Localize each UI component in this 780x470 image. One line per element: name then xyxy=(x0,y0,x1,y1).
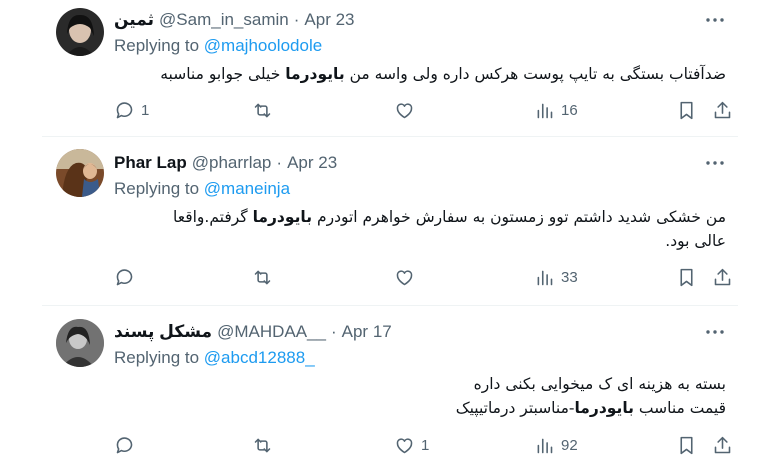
heart-icon xyxy=(396,102,413,118)
action-bar: 33 xyxy=(104,265,738,289)
view-count: 16 xyxy=(561,101,578,119)
more-options-icon[interactable] xyxy=(704,9,726,31)
retweet-icon xyxy=(254,270,271,284)
view-count: 33 xyxy=(561,268,578,286)
action-bar: 1 16 xyxy=(104,98,738,122)
reply-icon xyxy=(116,101,133,118)
reply-icon xyxy=(116,268,133,285)
share-button[interactable] xyxy=(712,98,733,122)
retweet-button[interactable] xyxy=(252,433,279,457)
display-name[interactable]: Phar Lap xyxy=(114,153,187,173)
more-options-icon[interactable] xyxy=(704,321,726,343)
like-button[interactable] xyxy=(394,265,421,289)
reply-button[interactable]: 1 xyxy=(114,98,149,122)
avatar[interactable] xyxy=(56,8,104,56)
tweet-text: من خشکی شدید داشتم توو زمستون به سفارش خ… xyxy=(173,208,726,250)
share-button[interactable] xyxy=(712,433,733,457)
tweet[interactable]: ثمین @Sam_in_samin · Apr 23 Replying to … xyxy=(42,0,738,136)
separator-dot: · xyxy=(276,153,283,172)
views-button[interactable]: 16 xyxy=(534,98,578,122)
bookmark-button[interactable] xyxy=(676,433,697,457)
tweet-date[interactable]: Apr 17 xyxy=(342,322,392,342)
user-handle[interactable]: @Sam_in_samin xyxy=(159,10,289,30)
display-name[interactable]: مشکل پسند xyxy=(114,322,212,342)
tweet-date[interactable]: Apr 23 xyxy=(287,153,337,173)
tweet-text: ضدآفتاب بستگی به تایپ پوست هرکس داره ولی… xyxy=(160,65,726,83)
user-handle[interactable]: @MAHDAA__ xyxy=(217,322,326,342)
divider xyxy=(42,136,738,137)
user-handle[interactable]: @pharrlap xyxy=(192,153,272,173)
tweet[interactable]: Phar Lap @pharrlap · Apr 23 Replying to … xyxy=(42,137,738,305)
mention-link[interactable]: @majhoolodole xyxy=(204,36,322,55)
bookmark-icon xyxy=(680,101,693,119)
reply-count: 1 xyxy=(141,101,150,119)
tweet[interactable]: مشکل پسند @MAHDAA__ · Apr 17 Replying to… xyxy=(42,306,738,470)
retweet-button[interactable] xyxy=(252,265,279,289)
views-icon xyxy=(537,438,553,453)
reply-icon xyxy=(116,436,133,453)
reply-button[interactable] xyxy=(114,265,141,289)
avatar[interactable] xyxy=(56,319,104,367)
reply-button[interactable] xyxy=(114,433,141,457)
share-icon xyxy=(714,436,731,453)
avatar[interactable] xyxy=(56,149,104,197)
like-count: 1 xyxy=(421,436,430,454)
mention-link[interactable]: @abcd12888_ xyxy=(204,348,315,367)
views-button[interactable]: 33 xyxy=(534,265,578,289)
action-bar: 1 92 xyxy=(104,433,738,457)
tweet-feed: ثمین @Sam_in_samin · Apr 23 Replying to … xyxy=(42,0,738,470)
retweet-button[interactable] xyxy=(252,98,279,122)
views-icon xyxy=(537,270,553,285)
like-button[interactable] xyxy=(394,98,421,122)
view-count: 92 xyxy=(561,436,578,454)
like-button[interactable]: 1 xyxy=(394,433,429,457)
views-button[interactable]: 92 xyxy=(534,433,578,457)
bookmark-icon xyxy=(680,268,693,286)
bookmark-icon xyxy=(680,436,693,454)
tweet-date[interactable]: Apr 23 xyxy=(304,10,354,30)
separator-dot: · xyxy=(293,10,300,29)
mention-link[interactable]: @maneinja xyxy=(204,179,290,198)
tweet-text: بسته به هزینه ای ک میخوایی بکنی داره قیم… xyxy=(455,375,726,417)
share-icon xyxy=(714,268,731,285)
heart-icon xyxy=(396,269,413,285)
retweet-icon xyxy=(254,438,271,452)
more-options-icon[interactable] xyxy=(704,152,726,174)
replying-to: Replying to @maneinja xyxy=(114,179,291,198)
replying-to: Replying to @majhoolodole xyxy=(114,36,323,55)
replying-to: Replying to @abcd12888_ xyxy=(114,348,315,367)
heart-icon xyxy=(396,437,413,453)
separator-dot: · xyxy=(330,322,337,341)
views-icon xyxy=(537,103,553,118)
share-icon xyxy=(714,101,731,118)
display-name[interactable]: ثمین xyxy=(114,10,154,30)
retweet-icon xyxy=(254,103,271,117)
bookmark-button[interactable] xyxy=(676,265,697,289)
divider xyxy=(42,305,738,306)
bookmark-button[interactable] xyxy=(676,98,697,122)
share-button[interactable] xyxy=(712,265,733,289)
